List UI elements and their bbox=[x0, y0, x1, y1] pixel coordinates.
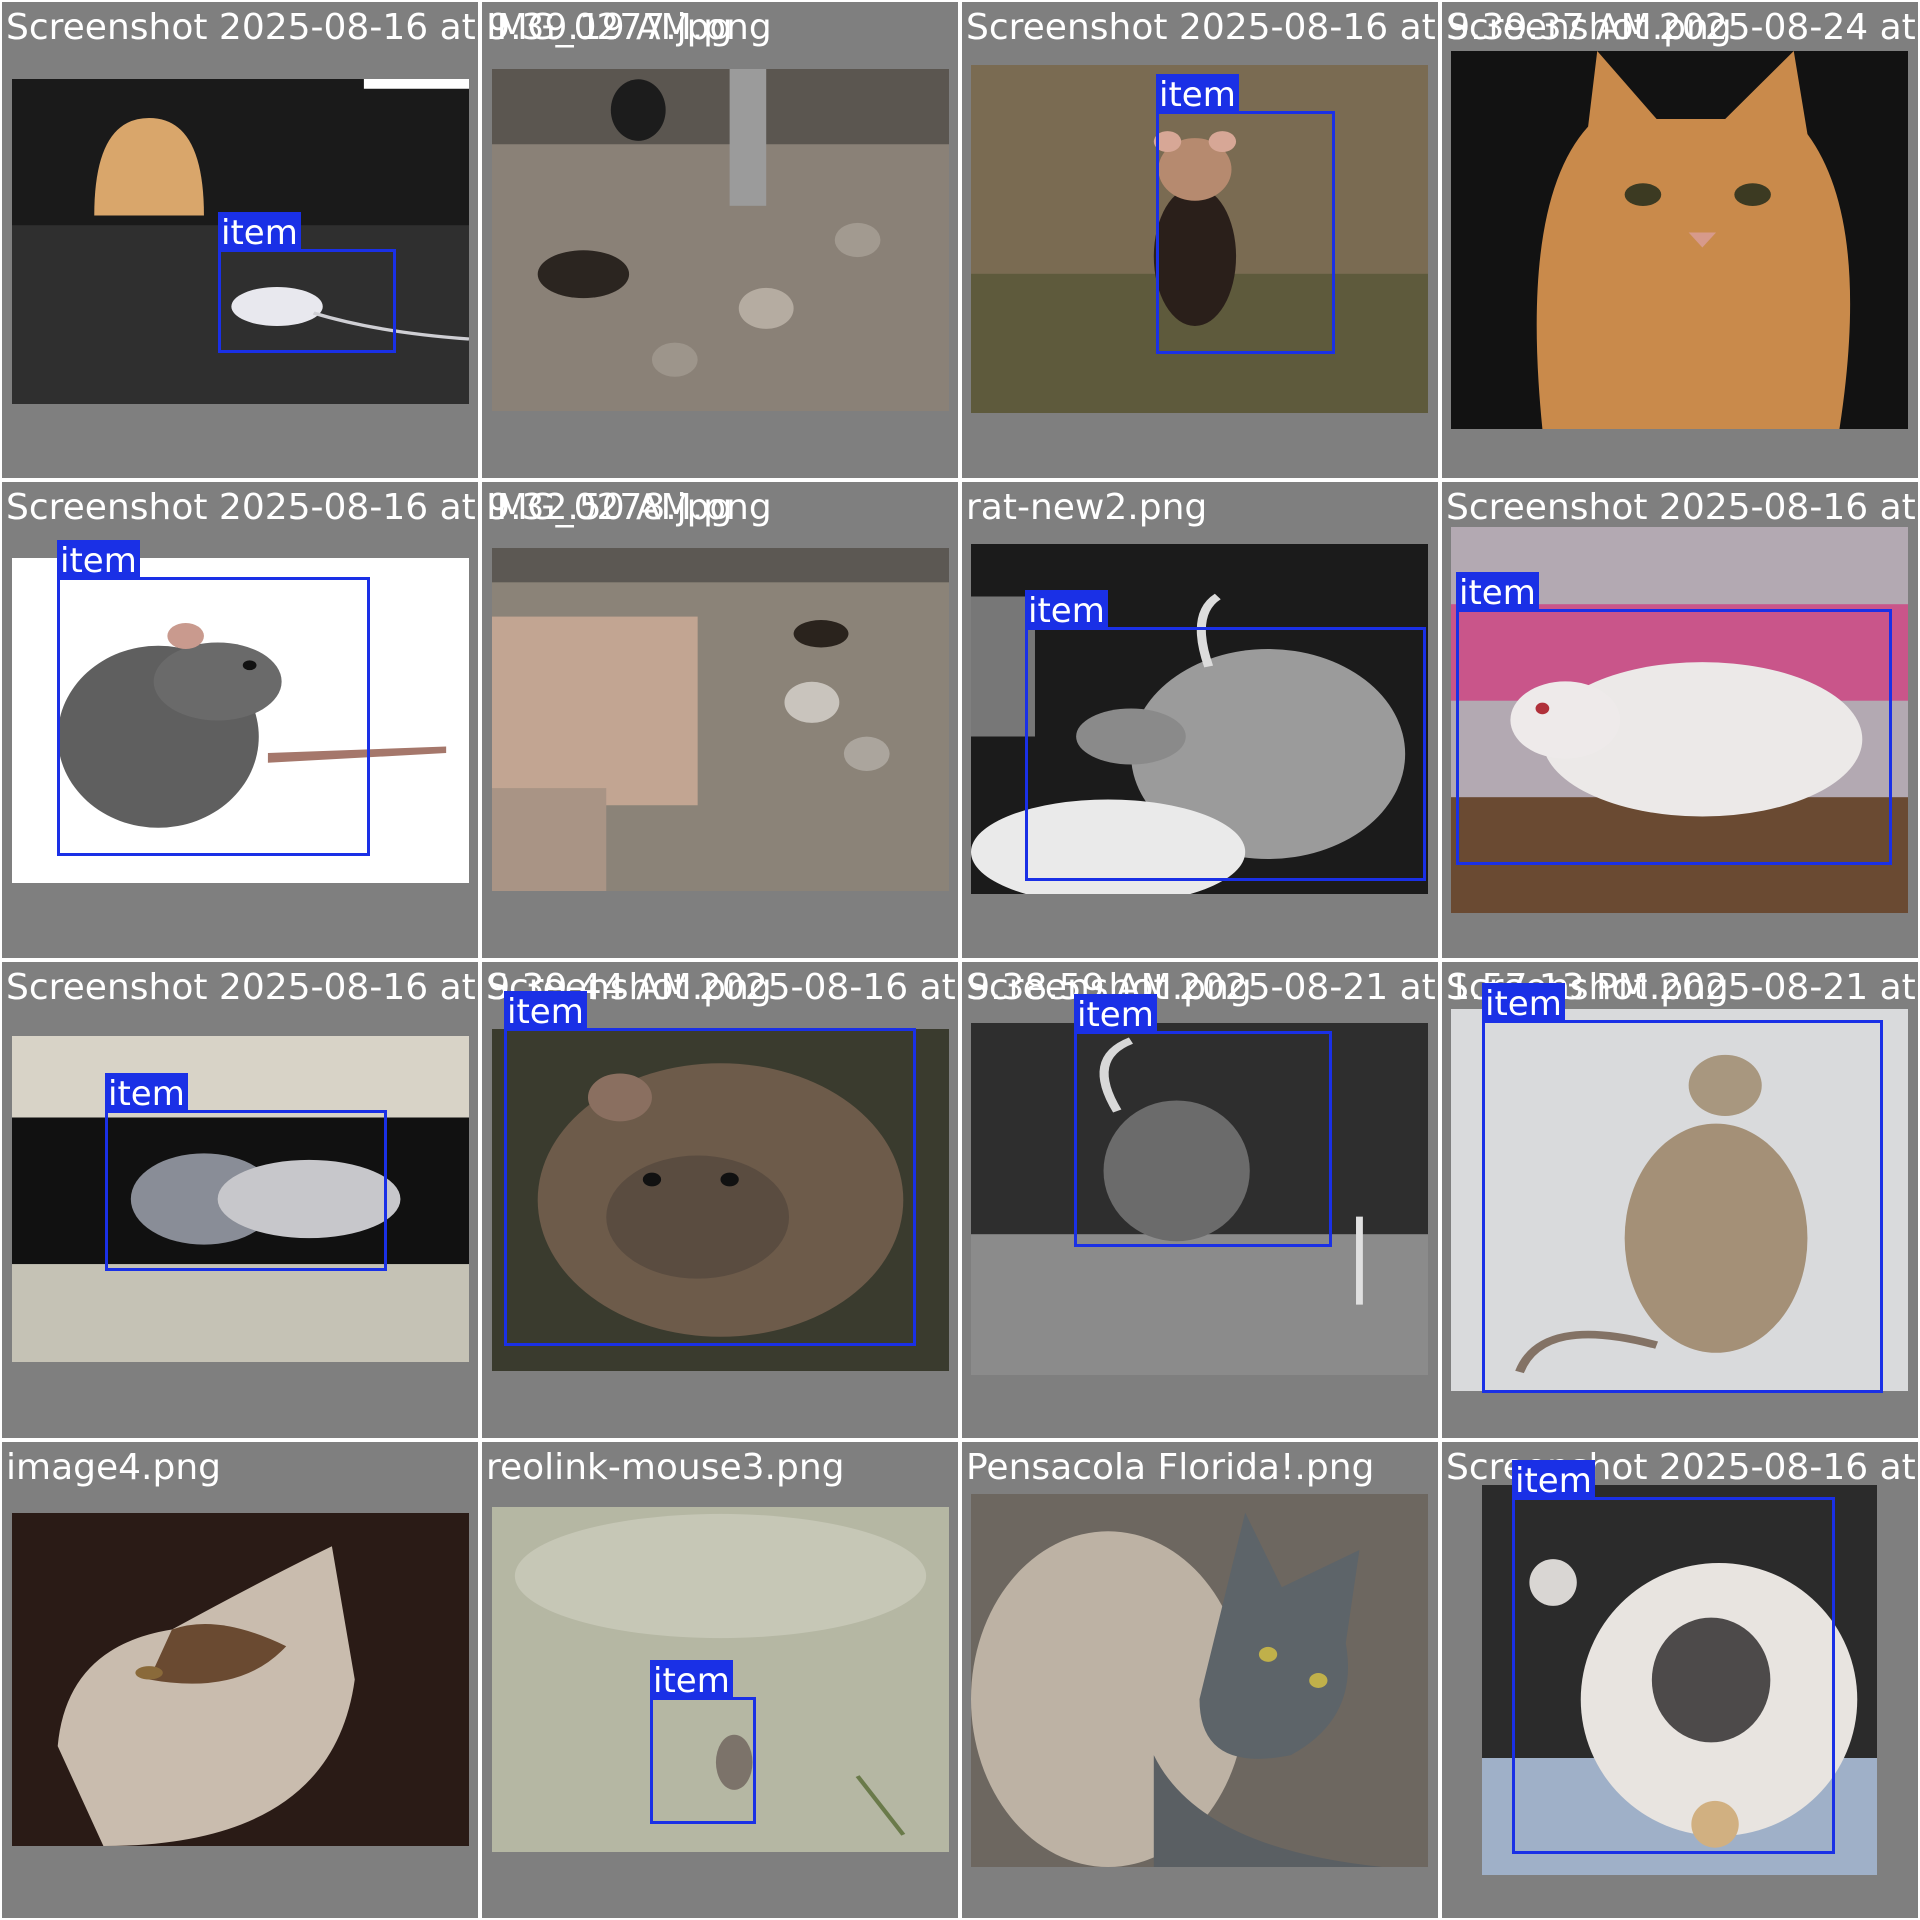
bounding-box: item bbox=[1482, 983, 1883, 1393]
box-label: item bbox=[218, 212, 301, 253]
rubble-icon bbox=[492, 548, 949, 891]
box-label: item bbox=[504, 991, 587, 1032]
grid-cell: item bbox=[2, 482, 478, 958]
grid-cell bbox=[2, 1442, 478, 1918]
grid-cell: item bbox=[962, 962, 1438, 1438]
calico-cat-icon bbox=[12, 1513, 469, 1846]
grid-cell bbox=[962, 1442, 1438, 1918]
bounding-box: item bbox=[1074, 994, 1332, 1247]
box-label: item bbox=[1512, 1460, 1595, 1501]
grid-cell: item bbox=[482, 962, 958, 1438]
grid-cell: item bbox=[962, 482, 1438, 958]
grid-cell: item bbox=[1442, 1442, 1918, 1918]
grid-cell bbox=[482, 482, 958, 958]
cell-filename: IMG_0278.jpg bbox=[486, 487, 733, 528]
bounding-box: item bbox=[1025, 590, 1426, 881]
cell-filename: rat-new2.png bbox=[966, 487, 1208, 528]
box-label: item bbox=[1156, 74, 1239, 115]
box-label: item bbox=[1074, 994, 1157, 1035]
cell-filename: Screenshot 2025-08-16 at 9 bbox=[1446, 487, 1920, 528]
box-label: item bbox=[105, 1073, 188, 1114]
burrow-icon bbox=[492, 69, 949, 411]
cell-filename: reolink-mouse3.png bbox=[486, 1447, 845, 1488]
grid-cell: item bbox=[1442, 962, 1918, 1438]
bounding-box: item bbox=[650, 1660, 756, 1824]
bounding-box: item bbox=[1456, 572, 1892, 865]
bounding-box: item bbox=[218, 212, 396, 353]
cell-filename: IMG_0277.jpg bbox=[486, 7, 733, 48]
orange-cat-icon bbox=[1451, 51, 1908, 429]
box-label: item bbox=[57, 540, 140, 581]
cell-filename: image4.png bbox=[6, 1447, 221, 1488]
box-label: item bbox=[1482, 983, 1565, 1024]
bounding-box: item bbox=[105, 1073, 387, 1271]
box-label: item bbox=[1025, 590, 1108, 631]
grey-cat-icon bbox=[971, 1494, 1428, 1867]
cell-filename: Screenshot 2025-08-24 at 1 bbox=[1446, 7, 1920, 48]
grid-cell: item bbox=[2, 962, 478, 1438]
box-label: item bbox=[650, 1660, 733, 1701]
grid-cell: item bbox=[962, 2, 1438, 478]
bounding-box: item bbox=[504, 991, 916, 1346]
bounding-box: item bbox=[1512, 1460, 1835, 1854]
grid-cell: item bbox=[2, 2, 478, 478]
box-label: item bbox=[1456, 572, 1539, 613]
grid-cell bbox=[482, 2, 958, 478]
cell-filename: Pensacola Florida!.png bbox=[966, 1447, 1375, 1488]
grid-cell bbox=[1442, 2, 1918, 478]
bounding-box: item bbox=[1156, 74, 1335, 354]
bounding-box: item bbox=[57, 540, 370, 856]
grid-cell: item bbox=[482, 1442, 958, 1918]
image-grid: item item item item item item item item … bbox=[0, 0, 1920, 1920]
grid-cell: item bbox=[1442, 482, 1918, 958]
